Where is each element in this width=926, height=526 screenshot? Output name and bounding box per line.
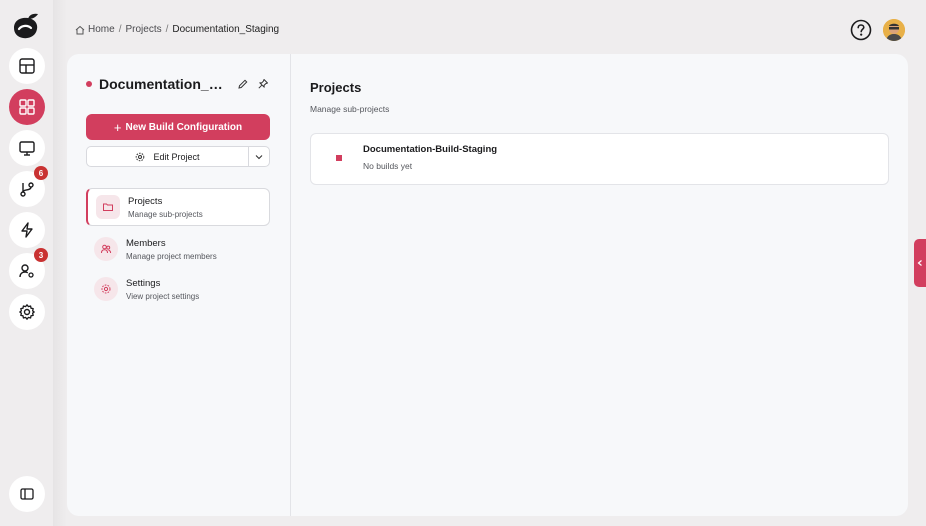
project-title: Documentation_St... [99,76,229,92]
project-sidebar: Documentation_St... + New Build Configur… [67,54,291,516]
grid-icon [19,99,35,115]
lightning-icon [21,222,33,238]
subproject-card[interactable]: Documentation-Build-Staging No builds ye… [310,133,889,185]
edit-project-button[interactable]: Edit Project [86,146,248,167]
edit-project-label: Edit Project [153,151,200,162]
chevron-left-icon [917,260,922,266]
nav-item-title: Projects [128,195,163,207]
pencil-icon[interactable] [237,78,249,90]
breadcrumb-projects-link[interactable]: Projects [125,24,161,35]
breadcrumb-separator: / [165,24,169,35]
toggle-sidebar-button[interactable] [9,476,45,512]
layout-icon [19,58,35,74]
nav-item-subtitle: Manage project members [126,251,217,261]
breadcrumb: Home / Projects / Documentation_Staging [75,24,279,35]
sidebar-icon [20,488,34,500]
nav-item-subtitle: Manage sub-projects [128,209,203,219]
projects-button[interactable] [9,89,45,125]
breadcrumb-current: Documentation_Staging [172,24,280,35]
dashboard-button[interactable] [9,48,45,84]
nav-item-subtitle: View project settings [126,291,200,301]
vcs-count-badge: 6 [34,166,48,180]
app-logo-icon[interactable] [11,12,41,42]
user-settings-button[interactable]: 3 [9,248,48,289]
subproject-name[interactable]: Documentation-Build-Staging [363,144,497,155]
breadcrumb-home-link[interactable]: Home [88,24,115,35]
nav-item-projects[interactable]: Projects Manage sub-projects [86,188,270,226]
automation-button[interactable] [9,212,45,248]
nav-item-settings[interactable]: Settings View project settings [86,270,270,308]
new-build-label: New Build Configuration [125,121,243,133]
users-count-badge: 3 [34,248,48,262]
vcs-button[interactable]: 6 [9,166,48,207]
right-drawer-toggle[interactable] [914,239,926,287]
agents-button[interactable] [9,130,45,166]
avatar-icon [883,19,905,41]
folder-icon [96,195,120,219]
git-branch-icon [20,182,34,197]
rail-divider [53,0,67,526]
new-build-configuration-button[interactable]: + New Build Configuration [86,114,270,140]
project-status-dot [86,81,92,87]
nav-item-title: Settings [126,277,161,289]
home-icon [75,25,85,34]
user-gear-icon [19,264,34,278]
chevron-down-icon [255,154,263,159]
gear-icon [136,152,145,161]
edit-project-group: Edit Project [86,146,270,167]
subproject-status: No builds yet [363,161,413,171]
help-icon[interactable] [850,19,872,41]
nav-item-members[interactable]: Members Manage project members [86,230,270,268]
page-subtitle: Manage sub-projects [310,104,390,114]
nav-item-title: Members [126,237,166,249]
gear-icon [19,304,35,320]
user-avatar[interactable] [883,19,905,41]
page-title: Projects [310,80,362,95]
project-header: Documentation_St... [86,76,276,92]
main-card: Documentation_St... + New Build Configur… [67,54,908,516]
left-rail: 6 3 [0,0,53,526]
monitor-icon [19,141,35,156]
admin-settings-button[interactable] [9,294,45,330]
plus-icon: + [113,119,122,135]
content-header: Projects Manage sub-projects [310,80,389,114]
pin-icon[interactable] [257,78,269,90]
gear-icon [94,277,118,301]
breadcrumb-separator: / [118,24,122,35]
edit-project-dropdown[interactable] [248,146,270,167]
subproject-marker [336,155,342,161]
users-icon [94,237,118,261]
